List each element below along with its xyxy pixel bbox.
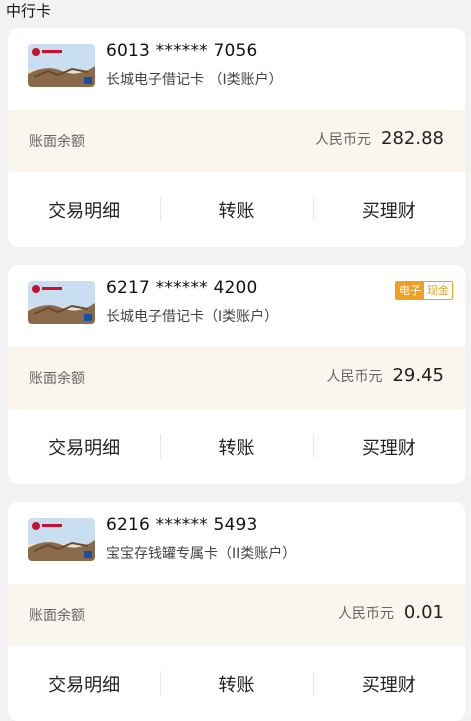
transfer-button[interactable]: 转账 — [160, 172, 312, 247]
badge-right: 现金 — [424, 282, 452, 299]
balance-amount: 0.01 — [403, 602, 444, 623]
card-image-icon — [28, 518, 95, 561]
card-header[interactable]: 6217 ****** 4200 长城电子借记卡（I类账户） 电子 现金 — [8, 265, 465, 347]
card-actions: 交易明细 转账 买理财 — [8, 172, 465, 247]
currency-label: 人民币元 — [337, 606, 394, 622]
currency-label: 人民币元 — [326, 369, 383, 385]
balance-label: 账面余额 — [29, 371, 85, 387]
card-type: 长城电子借记卡（I类账户） — [106, 309, 279, 325]
bank-card: 6216 ****** 5493 宝宝存钱罐专属卡（II类账户） 账面余额 人民… — [8, 502, 465, 721]
card-number: 6216 ****** 5493 — [106, 515, 258, 535]
e-cash-badge: 电子 现金 — [395, 281, 453, 300]
balance-amount: 282.88 — [381, 128, 444, 149]
card-type: 宝宝存钱罐专属卡（II类账户） — [106, 546, 297, 562]
card-actions: 交易明细 转账 买理财 — [8, 646, 465, 721]
transaction-details-button[interactable]: 交易明细 — [8, 172, 160, 247]
transfer-button[interactable]: 转账 — [160, 646, 312, 721]
bank-card: 6013 ****** 7056 长城电子借记卡 （I类账户） 账面余额 人民币… — [8, 28, 465, 247]
buy-wealth-button[interactable]: 买理财 — [312, 172, 465, 247]
balance-row: 账面余额 人民币元 0.01 — [8, 584, 465, 646]
balance-label: 账面余额 — [29, 608, 85, 624]
card-actions: 交易明细 转账 买理财 — [8, 409, 465, 484]
badge-left: 电子 — [396, 282, 424, 299]
card-number: 6217 ****** 4200 — [106, 278, 258, 298]
transaction-details-button[interactable]: 交易明细 — [8, 646, 160, 721]
transfer-button[interactable]: 转账 — [160, 409, 312, 484]
card-header[interactable]: 6216 ****** 5493 宝宝存钱罐专属卡（II类账户） — [8, 502, 465, 584]
card-type: 长城电子借记卡 （I类账户） — [106, 72, 283, 88]
buy-wealth-button[interactable]: 买理财 — [312, 409, 465, 484]
buy-wealth-button[interactable]: 买理财 — [312, 646, 465, 721]
card-header[interactable]: 6013 ****** 7056 长城电子借记卡 （I类账户） — [8, 28, 465, 110]
bank-card: 6217 ****** 4200 长城电子借记卡（I类账户） 电子 现金 账面余… — [8, 265, 465, 484]
card-number: 6013 ****** 7056 — [106, 41, 258, 61]
balance-label: 账面余额 — [29, 134, 85, 150]
card-image-icon — [28, 281, 95, 324]
currency-label: 人民币元 — [315, 132, 372, 148]
card-image-icon — [28, 44, 95, 87]
balance-row: 账面余额 人民币元 282.88 — [8, 110, 465, 172]
transaction-details-button[interactable]: 交易明细 — [8, 409, 160, 484]
section-title: 中行卡 — [6, 2, 52, 20]
balance-amount: 29.45 — [392, 365, 444, 386]
balance-row: 账面余额 人民币元 29.45 — [8, 347, 465, 409]
